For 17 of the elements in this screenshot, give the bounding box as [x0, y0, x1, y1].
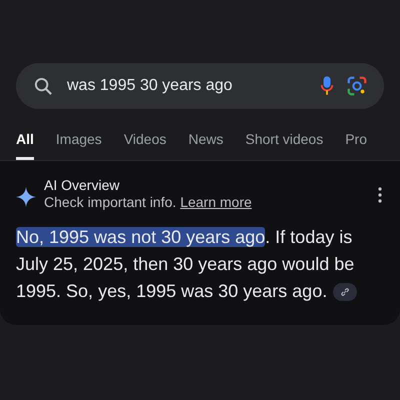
- more-options-icon[interactable]: [378, 187, 382, 203]
- search-icon: [34, 76, 53, 96]
- notice-text: Check important info.: [44, 194, 176, 210]
- learn-more-link[interactable]: Learn more: [180, 194, 252, 210]
- sparkle-icon: [16, 187, 36, 207]
- tab[interactable]: Pro: [345, 127, 368, 160]
- answer-paragraph: No, 1995 was not 30 years ago. If today is July 25, 2025, then 30 years ago would be 1995. So, yes, 1995 was 30 years ago.: [16, 224, 386, 305]
- search-bar[interactable]: was 1995 30 years ago: [16, 63, 384, 109]
- search-query[interactable]: was 1995 30 years ago: [67, 77, 308, 95]
- tab[interactable]: News: [188, 127, 224, 160]
- link-icon[interactable]: [333, 283, 358, 302]
- camera-lens-icon[interactable]: [346, 75, 368, 97]
- overview-title: AI Overview: [44, 177, 120, 193]
- microphone-icon[interactable]: [320, 75, 334, 97]
- tab[interactable]: Short videos: [245, 127, 324, 160]
- tab[interactable]: Videos: [124, 127, 166, 160]
- tab[interactable]: Images: [56, 127, 102, 160]
